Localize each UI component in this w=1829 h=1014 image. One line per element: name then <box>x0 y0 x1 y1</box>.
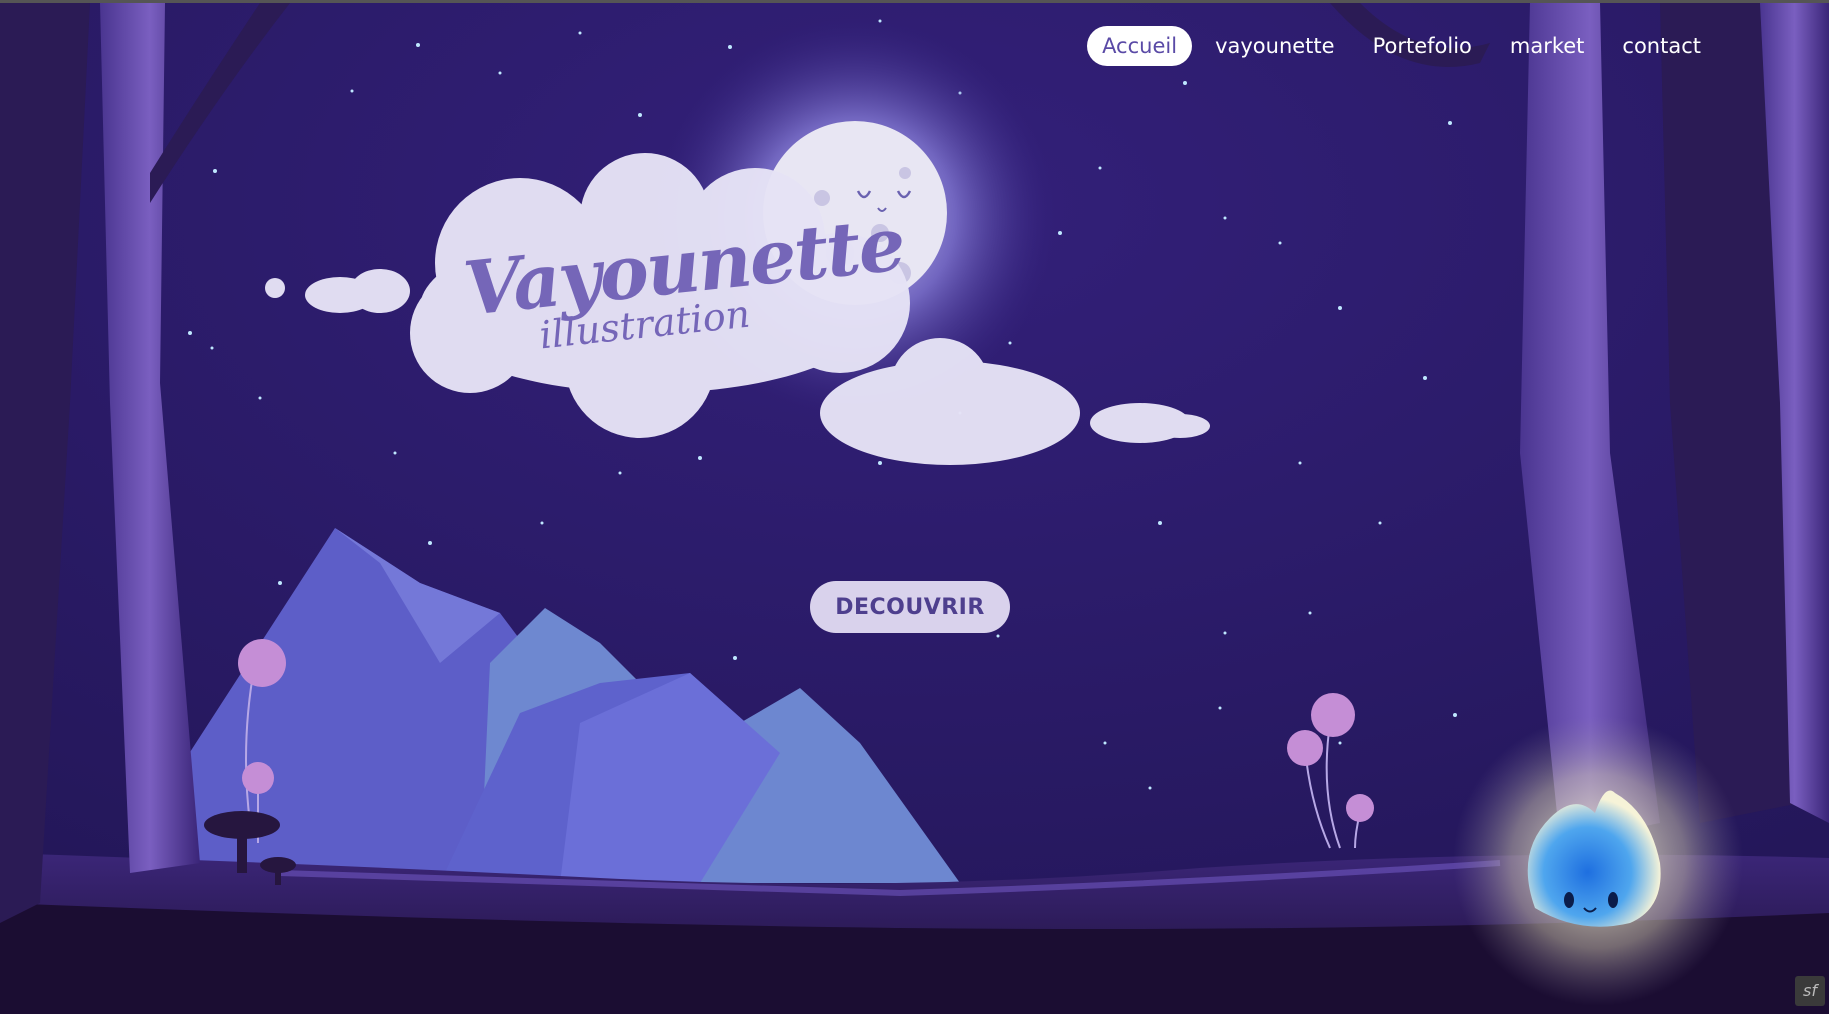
nav-item-contact[interactable]: contact <box>1607 26 1716 66</box>
nav-item-vayounette[interactable]: vayounette <box>1200 26 1350 66</box>
symfony-icon[interactable]: sf <box>1795 976 1825 1006</box>
hero-illustration <box>0 3 1829 1014</box>
main-navigation: Accueil vayounette Portefolio market con… <box>1087 26 1716 66</box>
nav-item-market[interactable]: market <box>1495 26 1600 66</box>
decouvrir-button[interactable]: DECOUVRIR <box>810 581 1010 633</box>
page: Vayounette illustration Accueil vayounet… <box>0 0 1829 1014</box>
nav-item-accueil[interactable]: Accueil <box>1087 26 1193 66</box>
nav-item-portefolio[interactable]: Portefolio <box>1358 26 1487 66</box>
